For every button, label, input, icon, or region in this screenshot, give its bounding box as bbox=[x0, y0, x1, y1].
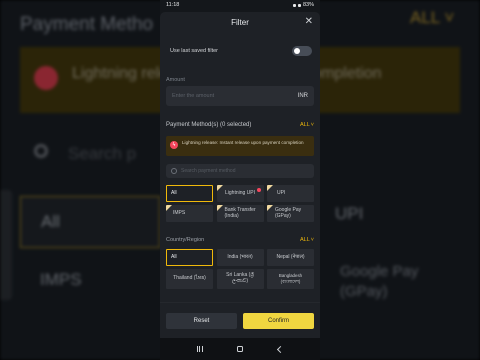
confirm-button[interactable]: Confirm bbox=[243, 312, 314, 329]
phone-screen: 11:18 83% Filter ✕ Use last saved filter… bbox=[160, 0, 320, 360]
chip-label: UPI bbox=[277, 189, 286, 196]
payment-all-link[interactable]: ALL ˅ bbox=[300, 122, 314, 128]
chevron-down-icon: ˅ bbox=[310, 237, 314, 243]
screen: Payment Metho ALL ˅ Lightning release up… bbox=[0, 0, 480, 360]
back-icon[interactable] bbox=[276, 345, 284, 353]
amount-unit: INR bbox=[297, 93, 308, 99]
country-label: Country/Region bbox=[166, 237, 205, 243]
payment-chip-all[interactable]: All bbox=[166, 185, 213, 202]
country-chip-thailand[interactable]: Thailand (ไทย) bbox=[166, 269, 213, 289]
payment-chip-lightning-upi[interactable]: Lightning UPI bbox=[216, 185, 264, 202]
chip-label: Google Pay (GPay) bbox=[275, 206, 302, 219]
bg-chip-imps: IMPS bbox=[40, 270, 82, 289]
corner-marker bbox=[216, 205, 223, 211]
filter-title: Filter bbox=[231, 17, 249, 27]
corner-marker bbox=[216, 185, 223, 191]
use-last-saved-toggle[interactable] bbox=[292, 46, 312, 56]
battery-level: 83% bbox=[302, 2, 314, 8]
payment-chip-upi[interactable]: UPI bbox=[267, 185, 314, 202]
search-icon bbox=[171, 168, 177, 174]
payment-methods-header: Payment Method(s) (0 selected) ALL ˅ bbox=[166, 122, 314, 128]
amount-label: Amount bbox=[166, 77, 185, 83]
country-chip-nepal[interactable]: Nepal (नेपाल) bbox=[267, 249, 314, 266]
bg-all-label: ALL bbox=[410, 8, 440, 27]
toggle-knob bbox=[294, 48, 300, 54]
use-last-saved-row: Use last saved filter bbox=[170, 45, 312, 57]
status-bar: 11:18 83% bbox=[160, 0, 320, 10]
close-icon[interactable]: ✕ bbox=[305, 16, 313, 27]
country-chip-sri-lanka[interactable]: Sri Lanka (ශ්‍රී ලංකාව) bbox=[216, 269, 264, 289]
payment-chip-imps[interactable]: IMPS bbox=[166, 205, 213, 222]
country-all-link[interactable]: ALL ˅ bbox=[300, 237, 314, 243]
chip-label: Sri Lanka (ශ්‍රී ලංකාව) bbox=[226, 272, 254, 284]
chip-label: India (भारत) bbox=[227, 253, 253, 260]
lightning-notice: ϟ Lightning release: Instant release upo… bbox=[166, 136, 314, 156]
lightning-icon: ϟ bbox=[170, 141, 178, 149]
wifi-icon bbox=[292, 3, 296, 7]
amount-field[interactable]: INR bbox=[166, 86, 314, 106]
country-chip-all[interactable]: All bbox=[166, 249, 213, 266]
payment-all-label: ALL bbox=[299, 122, 310, 128]
bg-search-icon bbox=[34, 144, 48, 158]
payment-method-grid: All Lightning UPI UPI IMPS Bank Transfer… bbox=[166, 185, 314, 222]
payment-search[interactable] bbox=[166, 164, 314, 178]
bg-search-text: Search p bbox=[68, 144, 137, 163]
chip-label: All bbox=[171, 189, 177, 196]
bg-chip-all: All bbox=[20, 196, 160, 248]
bg-chip-upi: UPI bbox=[335, 204, 364, 223]
recents-icon[interactable] bbox=[197, 346, 203, 352]
chip-label: Bank Transfer (India) bbox=[224, 206, 256, 219]
chip-label: Thailand (ไทย) bbox=[173, 275, 206, 282]
corner-marker bbox=[267, 185, 273, 191]
notice-text: Lightning release: Instant release upon … bbox=[182, 140, 304, 145]
reset-button[interactable]: Reset bbox=[166, 312, 237, 329]
chip-label: Nepal (नेपाल) bbox=[276, 253, 305, 260]
country-header: Country/Region ALL ˅ bbox=[166, 237, 314, 243]
filter-header: Filter ✕ bbox=[160, 12, 320, 32]
corner-marker bbox=[267, 205, 273, 211]
status-time: 11:18 bbox=[166, 2, 180, 8]
bg-lightning-icon bbox=[34, 66, 58, 90]
android-nav-bar bbox=[160, 338, 320, 360]
bg-chip-gpay: Google Pay (GPay) bbox=[340, 263, 419, 300]
chip-label: Bangladesh (বাংলাদেশ) bbox=[278, 273, 303, 284]
filter-footer: Reset Confirm bbox=[160, 302, 320, 338]
home-icon[interactable] bbox=[237, 346, 244, 352]
country-chip-india[interactable]: India (भारत) bbox=[216, 249, 264, 266]
bg-side-bar bbox=[0, 190, 12, 300]
signal-icon bbox=[297, 3, 301, 7]
chip-label: Lightning UPI bbox=[224, 189, 256, 196]
chip-label: All bbox=[171, 253, 177, 260]
amount-input[interactable] bbox=[172, 93, 272, 99]
bg-all-link: ALL ˅ bbox=[410, 8, 454, 28]
corner-marker bbox=[166, 205, 172, 211]
bg-chevron-down-icon: ˅ bbox=[444, 8, 455, 27]
chevron-down-icon: ˅ bbox=[310, 122, 314, 128]
country-chip-bangladesh[interactable]: Bangladesh (বাংলাদেশ) bbox=[267, 269, 314, 289]
country-grid: All India (भारत) Nepal (नेपाल) Thailand … bbox=[166, 249, 314, 289]
payment-methods-label: Payment Method(s) (0 selected) bbox=[166, 122, 252, 128]
bg-page-title: Payment Metho bbox=[20, 14, 154, 35]
payment-chip-bank-transfer[interactable]: Bank Transfer (India) bbox=[216, 205, 264, 222]
payment-chip-gpay[interactable]: Google Pay (GPay) bbox=[267, 205, 314, 222]
status-icons: 83% bbox=[292, 2, 314, 8]
country-all-label: ALL bbox=[299, 237, 310, 243]
lightning-badge-icon bbox=[256, 188, 261, 192]
use-last-saved-label: Use last saved filter bbox=[170, 48, 218, 54]
chip-label: IMPS bbox=[173, 209, 186, 216]
payment-search-input[interactable] bbox=[181, 168, 301, 174]
